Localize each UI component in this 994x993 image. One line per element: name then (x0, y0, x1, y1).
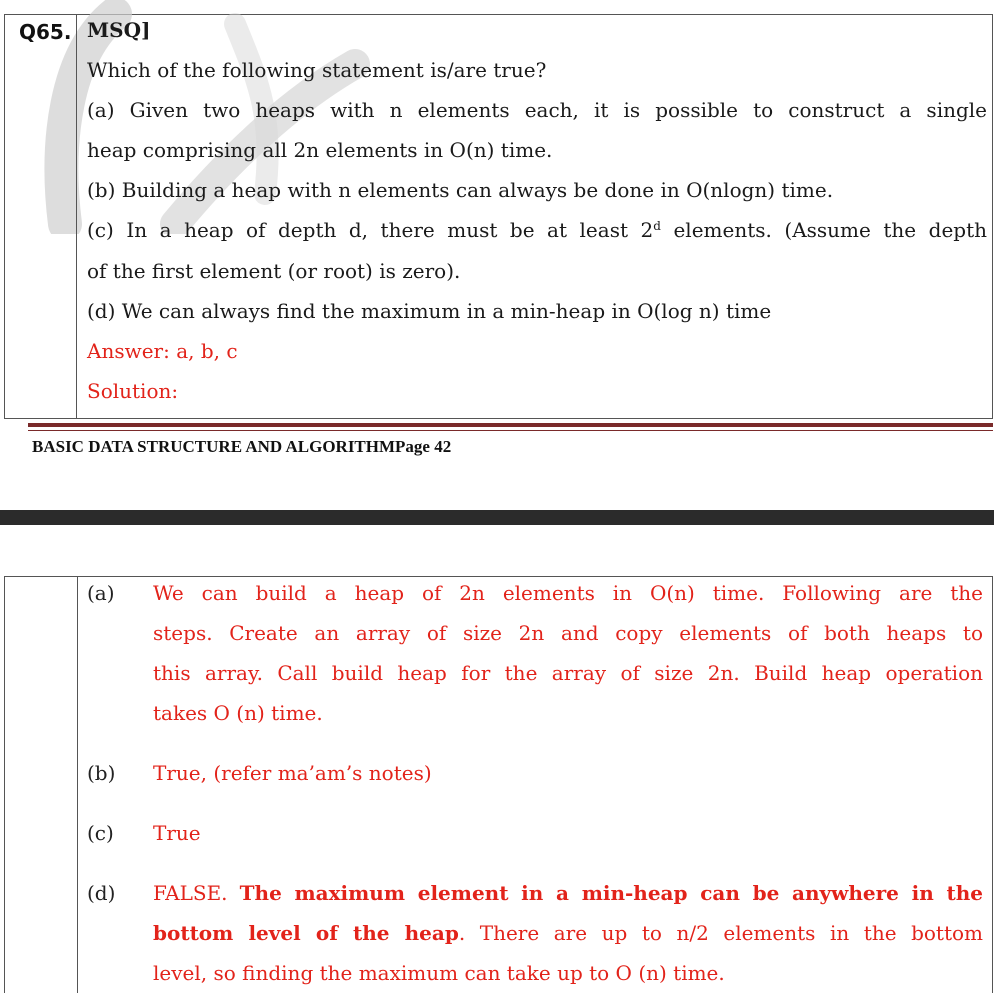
question-prompt: Which of the following statement is/are … (87, 58, 547, 82)
option-b: (b) Building a heap with n elements can … (87, 178, 834, 202)
solution-d-plain2: . There are up to n/2 elements in the bo… (458, 921, 984, 945)
solution-b-text: True, (refer ma’am’s notes) (153, 761, 432, 785)
solution-a-label: (a) (87, 581, 115, 605)
solution-a-line3: this array. Call build heap for the arra… (153, 661, 983, 685)
solution-d-bold1: The maximum element in a min-heap can be… (239, 881, 983, 905)
page-footer: BASIC DATA STRUCTURE AND ALGORITHMPage 4… (32, 437, 452, 456)
option-c-text-pre: (c) In a heap of depth d, there must be … (87, 218, 654, 242)
solution-a-line2: steps. Create an array of size 2n and co… (153, 621, 983, 645)
solution-box: (a) We can build a heap of 2n elements i… (4, 576, 993, 993)
solution-a-line4: takes O (n) time. (153, 701, 323, 725)
option-c-line1: (c) In a heap of depth d, there must be … (87, 218, 987, 245)
solution-d-false: FALSE. (153, 881, 240, 905)
solution-c-text: True (153, 821, 201, 845)
solution-d-line3: level, so finding the maximum can take u… (153, 961, 725, 985)
option-a-line2: heap comprising all 2n elements in O(n) … (87, 138, 553, 162)
option-d: (d) We can always find the maximum in a … (87, 299, 772, 323)
solution-d-label: (d) (87, 881, 116, 905)
solution-d-bold2: bottom level of the heap (153, 921, 459, 945)
option-c-text-post: elements. (Assume the depth (660, 218, 987, 242)
page-separator (0, 510, 994, 525)
solution-a-line1: We can build a heap of 2n elements in O(… (153, 581, 983, 605)
footer-rule-thick (28, 423, 993, 427)
solution-d-line2: bottom level of the heap. There are up t… (153, 921, 983, 945)
solution-d-line1: FALSE. The maximum element in a min-heap… (153, 881, 983, 905)
question-box: Q65. MSQ] Which of the following stateme… (4, 0, 993, 419)
question-number-column: Q65. (5, 14, 77, 418)
question-type-tag: MSQ] (87, 18, 151, 42)
solution-column-divider (77, 577, 78, 993)
answer-text: Answer: a, b, c (87, 339, 238, 363)
solution-c-label: (c) (87, 821, 114, 845)
option-a-line1: (a) Given two heaps with n elements each… (87, 98, 987, 122)
question-number: Q65. (19, 20, 72, 44)
footer-rule-thin (28, 430, 993, 431)
option-c-line2: of the first element (or root) is zero). (87, 259, 461, 283)
top-rule (4, 0, 993, 15)
option-c-superscript: d (653, 219, 661, 233)
solution-b-label: (b) (87, 761, 116, 785)
solution-label: Solution: (87, 379, 179, 403)
